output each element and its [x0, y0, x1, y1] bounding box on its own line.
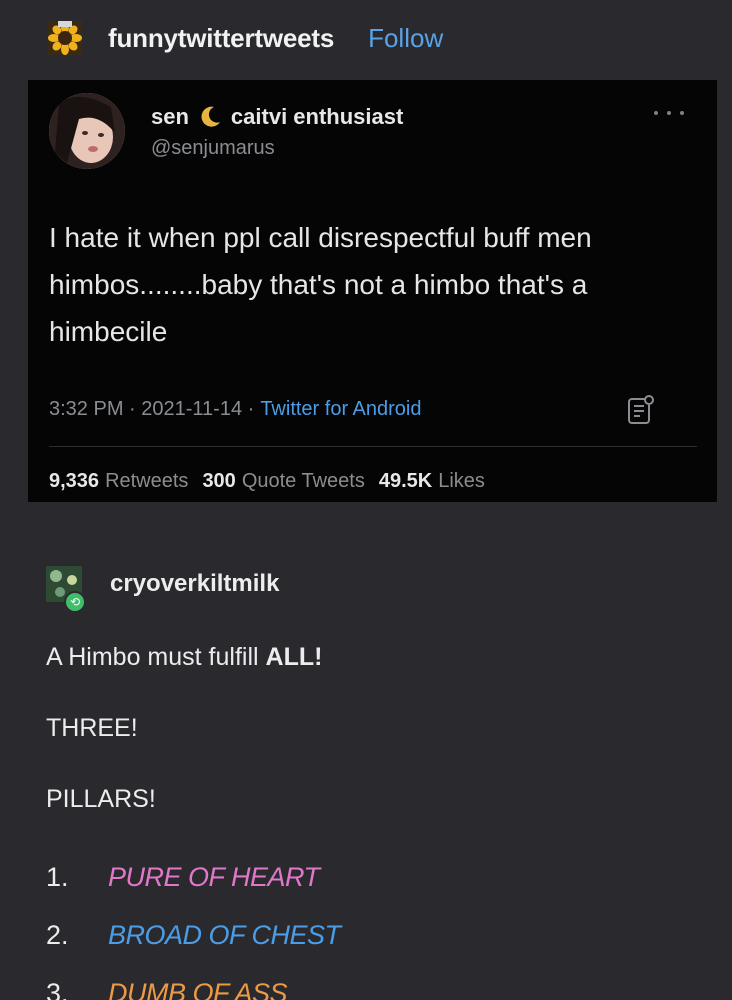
- body-line-1: A Himbo must fulfill ALL!: [46, 643, 322, 672]
- tweet-divider: [49, 446, 697, 447]
- list-item-text: BROAD OF CHEST: [108, 919, 341, 950]
- tweet-text: I hate it when ppl call disrespectful bu…: [49, 222, 592, 347]
- tweet-date[interactable]: 2021-11-14: [141, 398, 242, 421]
- more-options-icon[interactable]: [654, 106, 684, 120]
- reblog-icon: ⟲: [64, 591, 86, 613]
- body-line-3: PILLARS!: [46, 785, 156, 813]
- meta-separator: ·: [242, 398, 255, 420]
- retweets-stat[interactable]: 9,336 Retweets: [49, 470, 188, 493]
- list-item-text: PURE OF HEART: [108, 861, 320, 892]
- profile-photo-icon: [49, 93, 125, 169]
- retweets-count: 9,336: [49, 470, 100, 492]
- retweets-label: Retweets: [105, 470, 189, 492]
- reblog-avatar[interactable]: ⟲: [46, 566, 86, 613]
- tweet-source[interactable]: Twitter for Android: [260, 398, 421, 421]
- reblog-header: ⟲ cryoverkiltmilk: [46, 566, 279, 613]
- likes-count: 49.5K: [378, 470, 433, 492]
- likes-label: Likes: [438, 470, 485, 492]
- quotes-count: 300: [202, 470, 236, 492]
- body-line-2: THREE!: [46, 714, 138, 742]
- list-item: 2. BROAD OF CHEST: [46, 906, 341, 964]
- reblog-blog-name[interactable]: cryoverkiltmilk: [110, 570, 279, 598]
- meta-separator: ·: [123, 398, 142, 420]
- blog-name[interactable]: funnytwittertweets: [108, 23, 334, 54]
- body-line-1-text: A Himbo must fulfill: [46, 643, 266, 671]
- tweet-name-row[interactable]: sen caitvi enthusiast: [151, 104, 403, 130]
- tweet-avatar[interactable]: [49, 93, 125, 169]
- pillar-list: 1. PURE OF HEART 2. BROAD OF CHEST 3. DU…: [46, 848, 341, 1000]
- sunflower-icon: [48, 21, 82, 55]
- tweet-time[interactable]: 3:32 PM: [49, 398, 123, 421]
- list-item: 1. PURE OF HEART: [46, 848, 341, 906]
- quotes-label: Quote Tweets: [241, 470, 365, 492]
- tweet-handle[interactable]: @senjumarus: [151, 137, 275, 160]
- tweet-screenshot: sen caitvi enthusiast @senjumarus I hate…: [28, 80, 717, 502]
- tweet-meta: 3:32 PM · 2021-11-14 · Twitter for Andro…: [49, 398, 422, 421]
- list-item-number: 1.: [46, 861, 69, 892]
- analytics-icon[interactable]: [626, 394, 656, 426]
- tweet-display-name-suffix: caitvi enthusiast: [230, 104, 404, 129]
- list-item-text: DUMB OF ASS: [108, 977, 288, 1000]
- quotes-stat[interactable]: 300 Quote Tweets: [202, 470, 364, 493]
- list-item-number: 3.: [46, 977, 69, 1000]
- list-item-number: 2.: [46, 919, 69, 950]
- likes-stat[interactable]: 49.5K Likes: [379, 470, 485, 493]
- post-header: funnytwittertweets Follow: [0, 0, 732, 76]
- body-line-1-bold: ALL!: [265, 643, 323, 671]
- blog-avatar[interactable]: [48, 21, 82, 55]
- follow-button[interactable]: Follow: [368, 23, 443, 54]
- tweet-stats: 9,336 Retweets 300 Quote Tweets 49.5K Likes: [49, 470, 499, 493]
- crescent-moon-icon: [201, 106, 220, 127]
- tweet-display-name: sen: [151, 104, 189, 129]
- list-item: 3. DUMB OF ASS: [46, 964, 341, 1000]
